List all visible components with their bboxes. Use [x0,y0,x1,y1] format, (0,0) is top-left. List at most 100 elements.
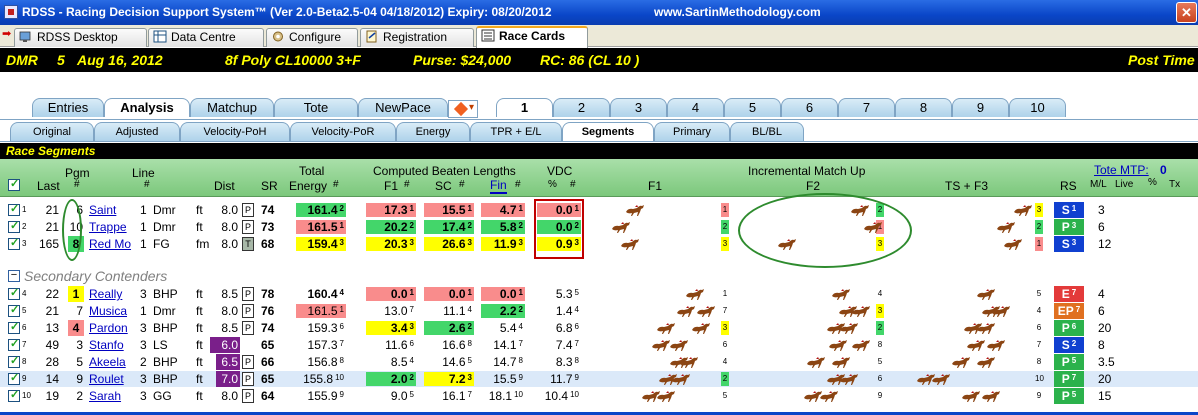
tab-race-6[interactable]: 6 [781,98,838,117]
col-vdc: VDC [547,164,573,178]
fin-beaten-lengths: 5.8 2 [481,220,525,234]
horse-icon [995,220,1017,234]
horse-name-link[interactable]: Really [89,286,129,302]
horse-icon [830,355,852,369]
race-rc: RC: 86 (CL 10 ) [540,52,640,68]
vdc-number: 6.8 [555,321,573,335]
tab-race-5[interactable]: 5 [724,98,781,117]
col-incremental-match-up: Incremental Match Up [748,164,866,178]
row-checkbox[interactable] [8,303,20,317]
tote-mtp-link[interactable]: Tote MTP: [1094,163,1149,177]
track-code: BHP [153,287,178,301]
subtab-adjusted[interactable]: Adjusted [94,122,180,141]
close-button[interactable]: ✕ [1176,2,1197,23]
table-row[interactable]: 4221Really3BHPft8.5P78160.440.010.010.01… [0,286,1198,302]
tab-newpace[interactable]: NewPace [358,98,448,117]
table-row[interactable]: 1216Saint1Dmrft8.0P74161.4217.3115.514.7… [0,202,1198,218]
running-style-rank: 5 [1071,390,1077,399]
table-row[interactable]: 7493Stanfo3LSft6.065157.3711.6616.6814.1… [0,337,1198,353]
tab-race-9[interactable]: 9 [952,98,1009,117]
table-row[interactable]: 6134Pardon3BHPft8.5P74159.363.432.625.44… [0,320,1198,336]
horse-name-link[interactable]: Stanfo [89,337,129,353]
last-days: 22 [45,287,59,301]
fin-rank: 9 [518,373,523,382]
col-rs: RS [1060,179,1077,193]
tab-matchup[interactable]: Matchup [190,98,274,117]
subtab-primary[interactable]: Primary [654,122,730,141]
energy-value: 157.3 [307,338,338,352]
select-all-checkbox[interactable] [8,177,20,191]
horse-name-link[interactable]: Musica [89,303,129,319]
table-row[interactable]: 31658Red Mo1FGfm8.0T68159.4320.3326.6311… [0,236,1198,252]
surface-badge: T [242,237,254,251]
vdc-value: 7.4 7 [537,338,581,352]
line-number: 3 [140,389,147,403]
row-checkbox[interactable] [8,354,20,368]
tab-race-4[interactable]: 4 [667,98,724,117]
col-imu-ts-f3: TS + F3 [945,179,989,193]
row-checkbox[interactable] [8,371,20,385]
tab-race-8[interactable]: 8 [895,98,952,117]
horse-name-link[interactable]: Trappe [89,219,129,235]
col-fin[interactable]: Fin [490,179,507,194]
fin-beaten-lengths: 5.4 4 [481,321,525,335]
table-row[interactable]: 22110Trappe1Dmrft8.0P73161.5120.2217.425… [0,219,1198,235]
sc-beaten-lengths: 0.0 1 [424,287,474,301]
morning-line: 4 [1098,287,1105,301]
subtab-original[interactable]: Original [10,122,94,141]
pace-dropdown-icon[interactable] [448,100,478,118]
subtab-velocity-poh[interactable]: Velocity-PoH [180,122,290,141]
tab-configure[interactable]: Configure [266,28,358,47]
secondary-contenders-label: Secondary Contenders [24,268,168,284]
energy-value: 155.8 [303,372,334,386]
tab-tote[interactable]: Tote [274,98,358,117]
collapse-toggle[interactable]: − [8,270,20,282]
horse-name-link[interactable]: Akeela [89,354,129,370]
horse-name-link[interactable]: Roulet [89,371,129,387]
energy-value: 161.5 [307,220,338,234]
horse-name-link[interactable]: Saint [89,202,129,218]
energy-value: 159.4 [307,237,338,251]
table-row[interactable]: 5217Musica1Dmrft8.0P76161.5113.0711.142.… [0,303,1198,319]
tab-data-centre[interactable]: Data Centre [148,28,264,47]
tab-registration[interactable]: Registration [360,28,474,47]
sc-value: 2.6 [448,321,466,335]
subtab-segments[interactable]: Segments [562,122,654,141]
subtab-energy[interactable]: Energy [396,122,470,141]
subtab-tpr-el[interactable]: TPR + E/L [470,122,562,141]
table-row[interactable]: 10192Sarah3GGft8.0P64155.999.0516.1718.1… [0,388,1198,404]
horse-name-link[interactable]: Red Mo [89,236,131,252]
matchup-rank-m2: 9 [877,391,883,400]
row-checkbox[interactable] [8,219,20,233]
running-style-badge: EP 7 [1054,303,1084,319]
speed-rating: 73 [261,220,275,234]
tab-analysis[interactable]: Analysis [104,98,190,117]
horse-name-link[interactable]: Sarah [89,388,129,404]
row-checkbox[interactable] [8,286,20,300]
tab-entries[interactable]: Entries [32,98,104,117]
tab-rdss-desktop[interactable]: RDSS Desktop [14,28,147,47]
tab-race-1[interactable]: 1 [496,98,553,117]
tab-race-2[interactable]: 2 [553,98,610,117]
fin-value: 11.9 [493,237,517,251]
col-pct: % [1148,177,1157,188]
tab-race-3[interactable]: 3 [610,98,667,117]
total-energy: 160.4 4 [296,287,346,301]
horse-name-link[interactable]: Pardon [89,320,129,336]
tab-race-7[interactable]: 7 [838,98,895,117]
tab-race-10[interactable]: 10 [1009,98,1066,117]
row-checkbox[interactable] [8,236,20,250]
running-style: S [1061,338,1070,352]
tab-race-cards[interactable]: Race Cards [476,26,588,48]
table-row[interactable]: 8285Akeela2BHPft6.5P66156.888.5414.6514.… [0,354,1198,370]
table-row[interactable]: 9149Roulet3BHPft7.0P65155.8102.027.2315.… [0,371,1198,387]
row-checkbox[interactable] [8,320,20,334]
subtab-velocity-por[interactable]: Velocity-PoR [290,122,396,141]
row-checkbox[interactable] [8,202,20,216]
row-checkbox[interactable] [8,388,20,402]
horse-icon [838,372,860,386]
subtab-bl-bl[interactable]: BL/BL [730,122,804,141]
row-checkbox[interactable] [8,337,20,351]
row-number: 5 [22,306,27,315]
surface-badge: P [242,304,254,318]
